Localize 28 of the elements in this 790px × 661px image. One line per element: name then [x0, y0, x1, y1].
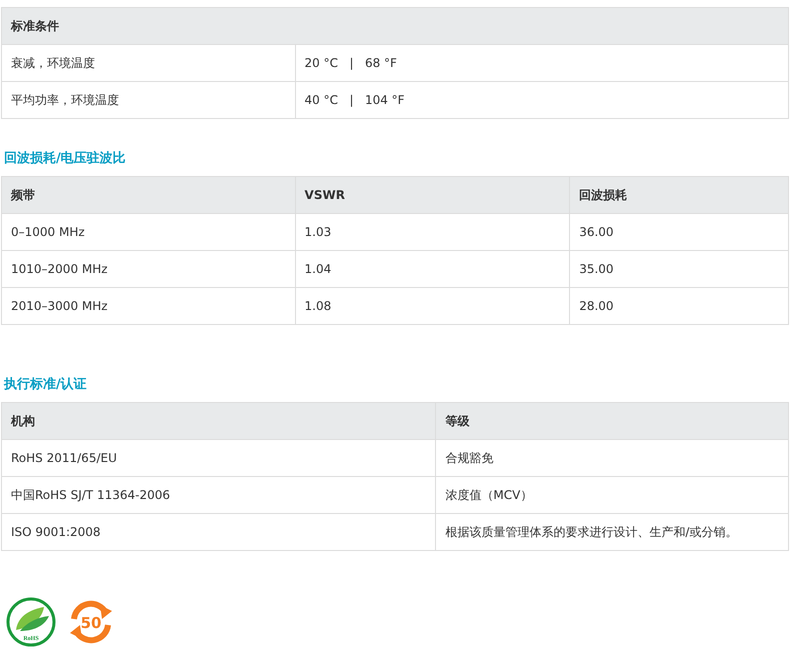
- table-cell: 20 °C | 68 °F: [304, 56, 397, 70]
- table-cell: 合规豁免: [445, 450, 494, 464]
- table-cell: 36.00: [579, 225, 614, 239]
- section-title: 回波损耗/电压驻波比: [4, 150, 127, 167]
- table-cell: 平均功率，环境温度: [11, 92, 119, 106]
- table-cell: 根据该质量管理体系的要求进行设计、生产和/或分销。: [445, 524, 738, 538]
- recycling-period-logo: 50: [66, 597, 116, 647]
- table-cell: 中国RoHS SJ/T 11364-2006: [11, 488, 170, 502]
- table-cell: 衰减，环境温度: [11, 56, 95, 70]
- table-cell: 浓度值（MCV）: [445, 488, 532, 502]
- column-header: 回波损耗: [579, 188, 628, 202]
- table-cell: 28.00: [579, 299, 614, 313]
- table-cell: 1010–2000 MHz: [11, 262, 108, 276]
- table-cell: ISO 9001:2008: [11, 525, 101, 539]
- table-cell: RoHS 2011/65/EU: [11, 451, 117, 465]
- column-header: 标准条件: [11, 18, 59, 32]
- table-cell: 40 °C | 104 °F: [304, 93, 405, 107]
- column-header: 机构: [11, 414, 35, 428]
- column-header: 频带: [11, 188, 35, 202]
- section-title: 执行标准/认证: [4, 376, 88, 393]
- table-cell: 1.04: [304, 262, 332, 276]
- table-cell: 2010–3000 MHz: [11, 299, 108, 313]
- column-header: VSWR: [304, 188, 345, 202]
- table-cell: 35.00: [579, 262, 614, 276]
- table-cell: 0–1000 MHz: [11, 225, 85, 239]
- table-cell: 1.03: [304, 225, 332, 239]
- column-header: 等级: [445, 414, 470, 428]
- table-cell: 1.08: [304, 299, 332, 313]
